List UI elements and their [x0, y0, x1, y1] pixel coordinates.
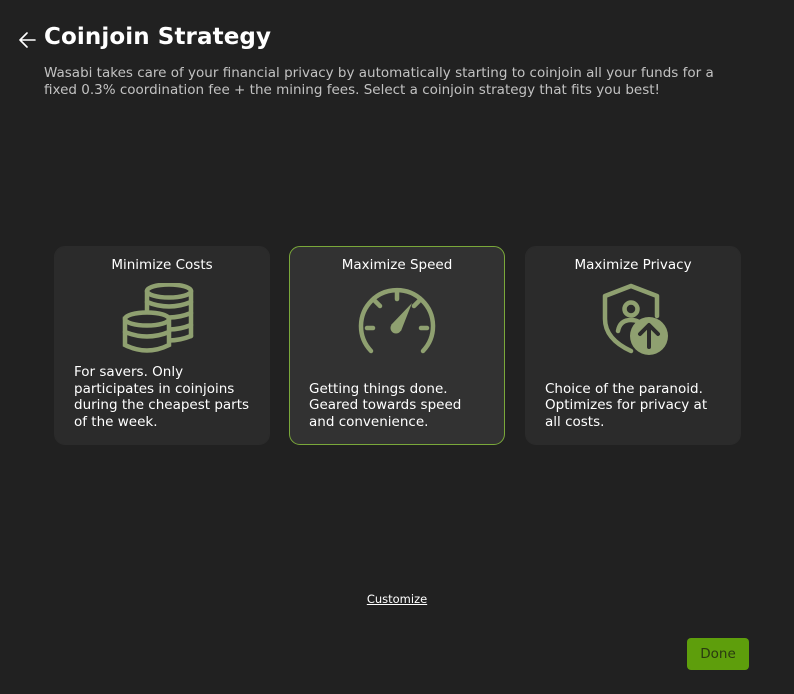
- strategy-card-minimize-costs[interactable]: Minimize Costs For savers. Only particip…: [54, 246, 270, 445]
- speedometer-icon: [358, 287, 436, 354]
- coinjoin-strategy-page: Coinjoin Strategy Wasabi takes care of y…: [0, 0, 794, 694]
- strategy-card-description: Choice of the paranoid. Optimizes for pr…: [545, 380, 708, 430]
- page-description: Wasabi takes care of your financial priv…: [44, 65, 714, 98]
- strategy-card-description: For savers. Only participates in coinjoi…: [74, 364, 250, 430]
- strategy-card-title: Maximize Privacy: [574, 257, 692, 273]
- shield-user-icon: [602, 283, 668, 355]
- customize-link[interactable]: Customize: [0, 592, 794, 606]
- strategy-card-maximize-speed[interactable]: Maximize Speed Getting things done. Gear…: [289, 246, 505, 445]
- strategy-card-maximize-privacy[interactable]: Maximize Privacy Choice of the paranoid.…: [525, 246, 741, 445]
- done-button[interactable]: Done: [687, 638, 749, 670]
- page-title: Coinjoin Strategy: [44, 24, 272, 50]
- strategy-card-description: Getting things done. Geared towards spee…: [309, 380, 462, 430]
- strategy-card-title: Minimize Costs: [111, 257, 213, 273]
- back-button[interactable]: [14, 28, 40, 52]
- coin-stack-icon: [122, 283, 194, 353]
- strategy-card-title: Maximize Speed: [341, 257, 453, 273]
- arrow-left-icon: [19, 32, 36, 48]
